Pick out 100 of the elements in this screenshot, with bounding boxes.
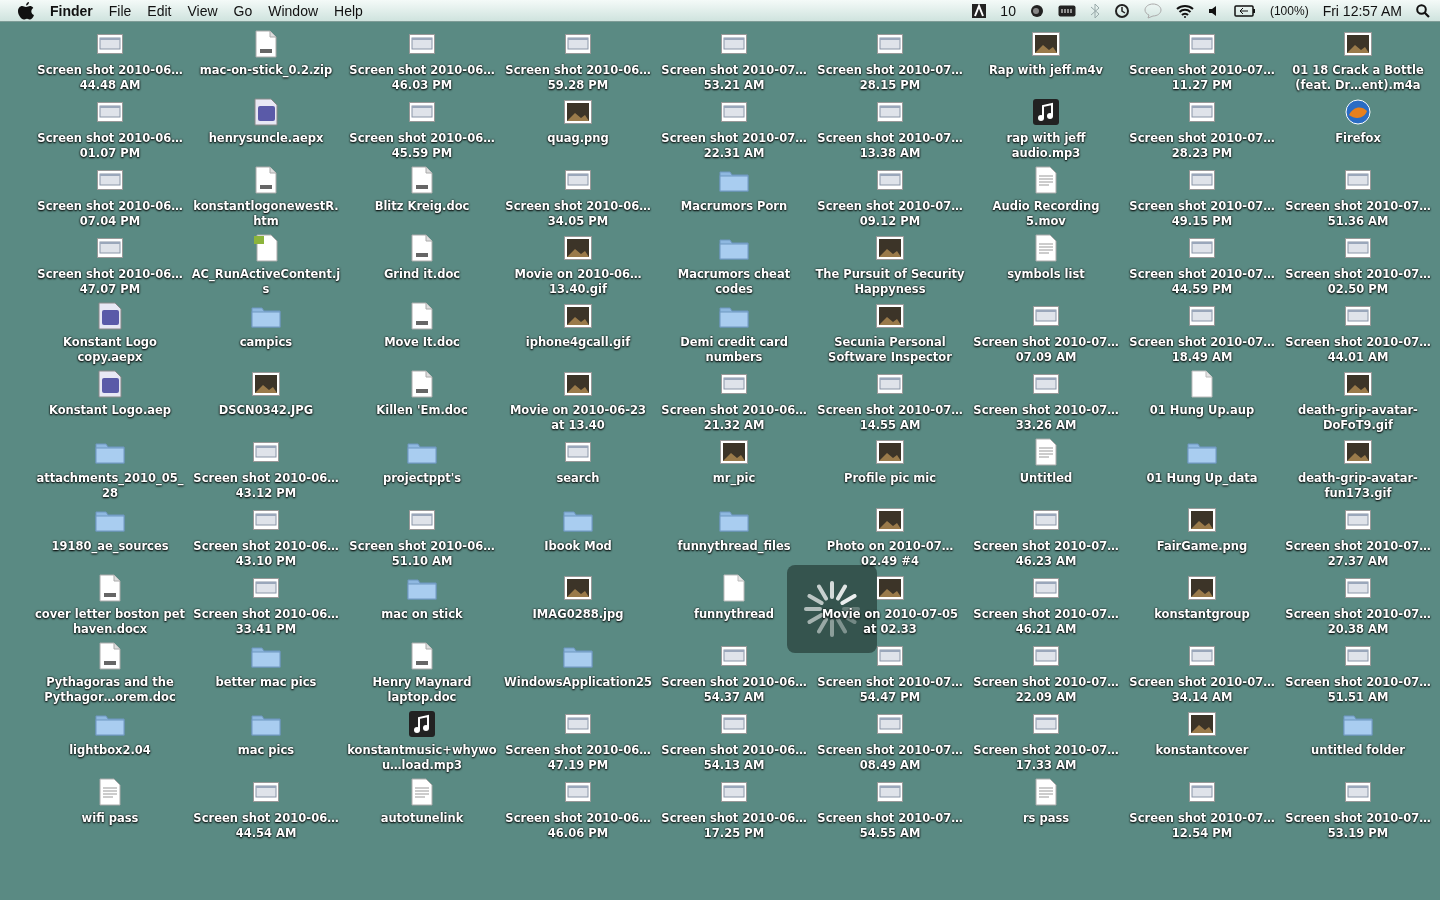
file-name-label[interactable]: konstantgroup <box>1127 607 1277 622</box>
memory-chip-icon[interactable] <box>1057 4 1076 17</box>
file-name-label[interactable]: Screen shot 2010-06…47.19 PM <box>503 743 653 773</box>
file-name-label[interactable]: Screen shot 2010-07…07.09 AM <box>971 335 1121 365</box>
file-name-label[interactable]: Screen shot 2010-07…22.09 AM <box>971 675 1121 705</box>
file-name-label[interactable]: 01 Hung Up_data <box>1127 471 1277 486</box>
menu-item[interactable]: Edit <box>147 2 172 19</box>
file-name-label[interactable]: Screen shot 2010-06…54.37 AM <box>659 675 809 705</box>
search-icon[interactable] <box>1416 3 1430 18</box>
file-name-label[interactable]: Screen shot 2010-07…08.49 AM <box>815 743 965 773</box>
file-name-label[interactable]: Ibook Mod <box>503 539 653 554</box>
file-name-label[interactable]: Screen shot 2010-07…51.51 AM <box>1283 675 1433 705</box>
file-name-label[interactable]: konstantcover <box>1127 743 1277 758</box>
file-name-label[interactable]: Screen shot 2010-07…22.31 AM <box>659 131 809 161</box>
menu-item[interactable]: Help <box>334 2 363 19</box>
file-name-label[interactable]: autotunelink <box>347 811 497 826</box>
file-name-label[interactable]: iphone4gcall.gif <box>503 335 653 350</box>
file-name-label[interactable]: Screen shot 2010-07…54.55 AM <box>815 811 965 841</box>
file-name-label[interactable]: Movie on 2010-06… 13.40.gif <box>503 267 653 297</box>
file-name-label[interactable]: FairGame.png <box>1127 539 1277 554</box>
file-name-label[interactable]: Konstant Logo copy.aepx <box>35 335 185 365</box>
file-name-label[interactable]: AC_RunActiveContent.js <box>191 267 341 297</box>
file-name-label[interactable]: Demi credit card numbers <box>659 335 809 365</box>
file-name-label[interactable]: lightbox2.04 <box>35 743 185 758</box>
file-name-label[interactable]: Screen shot 2010-07…20.38 AM <box>1283 607 1433 637</box>
file-name-label[interactable]: Screen shot 2010-06…45.59 PM <box>347 131 497 161</box>
file-name-label[interactable]: Screen shot 2010-07…33.26 AM <box>971 403 1121 433</box>
menu-item[interactable]: File <box>108 2 132 19</box>
file-name-label[interactable]: rs pass <box>971 811 1121 826</box>
file-name-label[interactable]: Screen shot 2010-06…07.04 PM <box>35 199 185 229</box>
apple-logo-icon[interactable] <box>18 1 34 20</box>
file-name-label[interactable]: konstantmusic+whywou…load.mp3 <box>347 743 497 773</box>
file-name-label[interactable]: Konstant Logo.aep <box>35 403 185 418</box>
file-name-label[interactable]: Screen shot 2010-06…34.05 PM <box>503 199 653 229</box>
file-name-label[interactable]: Screen shot 2010-07…34.14 AM <box>1127 675 1277 705</box>
file-name-label[interactable]: Screen shot 2010-06…59.28 PM <box>503 63 653 93</box>
file-name-label[interactable]: 01 18 Crack a Bottle (feat. Dr…ent).m4a <box>1283 63 1433 93</box>
file-name-label[interactable]: Screen shot 2010-06…17.25 PM <box>659 811 809 841</box>
file-name-label[interactable]: cover letter boston pet haven.docx <box>35 607 185 637</box>
file-name-label[interactable]: untitled folder <box>1283 743 1433 758</box>
file-name-label[interactable]: Henry Maynard laptop.doc <box>347 675 497 705</box>
menu-clock[interactable]: Fri 12:57 AM <box>1322 2 1402 19</box>
file-name-label[interactable]: henrysuncle.aepx <box>191 131 341 146</box>
file-name-label[interactable]: Screen shot 2010-07…14.55 AM <box>815 403 965 433</box>
file-name-label[interactable]: Screen shot 2010-07…13.38 AM <box>815 131 965 161</box>
file-name-label[interactable]: Screen shot 2010-07…11.27 PM <box>1127 63 1277 93</box>
file-name-label[interactable]: search <box>503 471 653 486</box>
file-name-label[interactable]: DSCN0342.JPG <box>191 403 341 418</box>
file-name-label[interactable]: Screen shot 2010-07…18.49 AM <box>1127 335 1277 365</box>
file-name-label[interactable]: wifi pass <box>35 811 185 826</box>
file-name-label[interactable]: funnythread_files <box>659 539 809 554</box>
file-name-label[interactable]: Grind it.doc <box>347 267 497 282</box>
file-name-label[interactable]: Screen shot 2010-07…28.23 PM <box>1127 131 1277 161</box>
file-name-label[interactable]: funnythread <box>659 607 809 622</box>
file-name-label[interactable]: Screen shot 2010-06…21.32 AM <box>659 403 809 433</box>
file-name-label[interactable]: Screen shot 2010-06…44.54 AM <box>191 811 341 841</box>
file-name-label[interactable]: mac-on-stick_0.2.zip <box>191 63 341 78</box>
file-name-label[interactable]: Screen shot 2010-07…53.19 PM <box>1283 811 1433 841</box>
file-name-label[interactable]: Screen shot 2010-07…46.23 AM <box>971 539 1121 569</box>
file-name-label[interactable]: death-grip-avatar-fun173.gif <box>1283 471 1433 501</box>
file-name-label[interactable]: Screen shot 2010-07…51.36 AM <box>1283 199 1433 229</box>
file-name-label[interactable]: WindowsApplication25 <box>503 675 653 690</box>
file-name-label[interactable]: Screen shot 2010-07…46.21 AM <box>971 607 1121 637</box>
file-name-label[interactable]: Screen shot 2010-06…33.41 PM <box>191 607 341 637</box>
file-name-label[interactable]: Screen shot 2010-06…54.13 AM <box>659 743 809 773</box>
file-name-label[interactable]: Profile pic mic <box>815 471 965 486</box>
file-name-label[interactable]: better mac pics <box>191 675 341 690</box>
file-name-label[interactable]: 01 Hung Up.aup <box>1127 403 1277 418</box>
disc-icon[interactable] <box>1029 3 1044 18</box>
file-name-label[interactable]: Rap with jeff.m4v <box>971 63 1121 78</box>
file-name-label[interactable]: Screen shot 2010-07…17.33 AM <box>971 743 1121 773</box>
file-name-label[interactable]: symbols list <box>971 267 1121 282</box>
file-name-label[interactable]: Screen shot 2010-07…28.15 PM <box>815 63 965 93</box>
file-name-label[interactable]: Killen 'Em.doc <box>347 403 497 418</box>
file-name-label[interactable]: Blitz Kreig.doc <box>347 199 497 214</box>
file-name-label[interactable]: Macrumors cheat codes <box>659 267 809 297</box>
file-name-label[interactable]: Screen shot 2010-07…44.59 PM <box>1127 267 1277 297</box>
file-name-label[interactable]: Screen shot 2010-07…27.37 AM <box>1283 539 1433 569</box>
file-name-label[interactable]: death-grip-avatar-DoFoT9.gif <box>1283 403 1433 433</box>
wifi-icon[interactable] <box>1175 3 1194 18</box>
file-name-label[interactable]: Screen shot 2010-06…44.48 AM <box>35 63 185 93</box>
file-name-label[interactable]: Screen shot 2010-06…43.12 PM <box>191 471 341 501</box>
file-name-label[interactable]: Firefox <box>1283 131 1433 146</box>
file-name-label[interactable]: Screen shot 2010-06…46.06 PM <box>503 811 653 841</box>
file-name-label[interactable]: 19180_ae_sources <box>35 539 185 554</box>
file-name-label[interactable]: Screen shot 2010-07…02.50 PM <box>1283 267 1433 297</box>
file-name-label[interactable]: Movie on 2010-07-05 at 02.33 <box>815 607 965 637</box>
battery-icon[interactable] <box>1233 4 1256 17</box>
file-name-label[interactable]: Macrumors Porn <box>659 199 809 214</box>
file-name-label[interactable]: Screen shot 2010-07…09.12 PM <box>815 199 965 229</box>
file-name-label[interactable]: quag.png <box>503 131 653 146</box>
app-menu[interactable]: Finder <box>50 2 93 19</box>
file-name-label[interactable]: Screen shot 2010-06…43.10 PM <box>191 539 341 569</box>
file-name-label[interactable]: Screen shot 2010-06…47.07 PM <box>35 267 185 297</box>
file-name-label[interactable]: Pythagoras and the Pythagor…orem.doc <box>35 675 185 705</box>
file-name-label[interactable]: rap with jeff audio.mp3 <box>971 131 1121 161</box>
menu-item[interactable]: Window <box>268 2 319 19</box>
file-name-label[interactable]: Screen shot 2010-07…12.54 PM <box>1127 811 1277 841</box>
file-name-label[interactable]: Screen shot 2010-06…01.07 PM <box>35 131 185 161</box>
time-machine-icon[interactable] <box>1113 2 1130 19</box>
